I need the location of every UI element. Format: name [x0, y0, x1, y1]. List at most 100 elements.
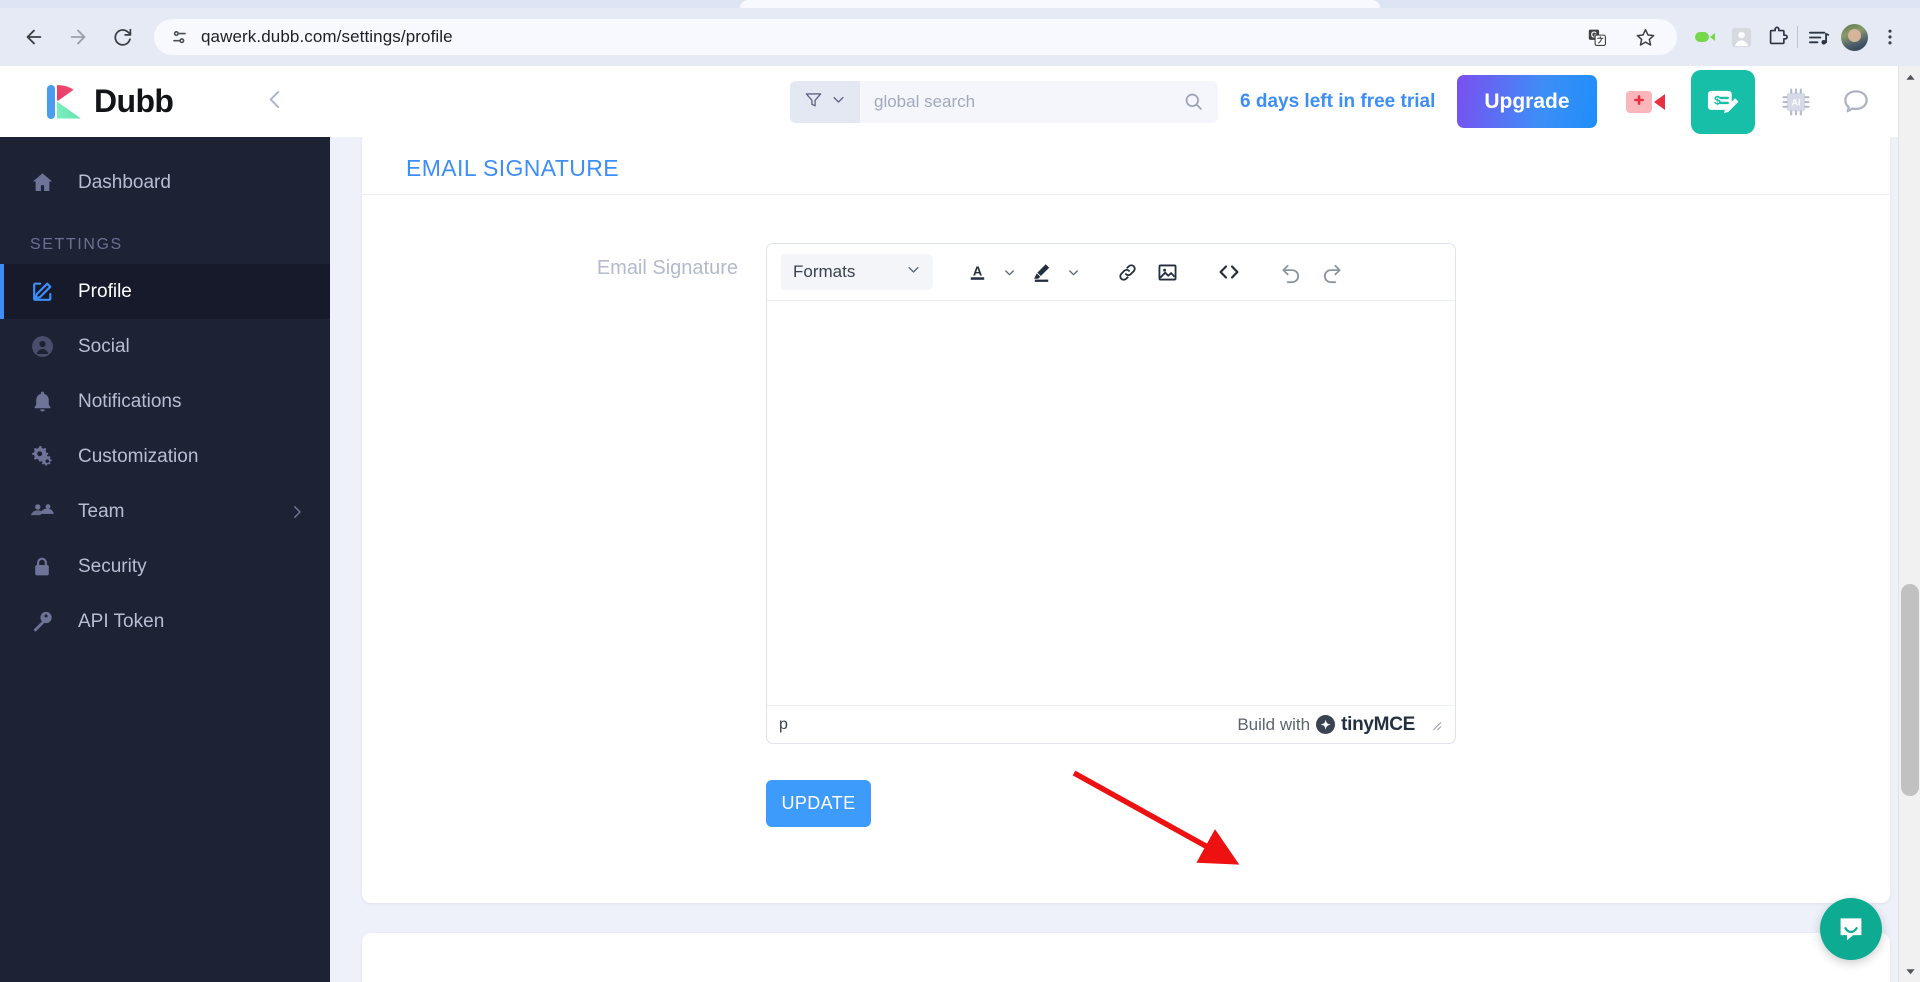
chevron-down-icon — [906, 262, 921, 282]
highlight-color-caret-icon[interactable] — [1063, 254, 1083, 290]
page-title: EMAIL SIGNATURE — [406, 155, 620, 181]
tinymce-editor[interactable]: Formats A p Build with ✦ tinyMCE — [766, 243, 1456, 744]
source-code-icon[interactable] — [1211, 254, 1247, 290]
browser-toolbar: qawerk.dubb.com/settings/profile G — [0, 8, 1920, 66]
ai-chip-icon[interactable]: AI — [1777, 83, 1815, 121]
tinymce-branding[interactable]: Build with ✦ tinyMCE — [1237, 714, 1443, 736]
main-pane: 6 days left in free trial Upgrade $ AI — [330, 66, 1920, 982]
chevron-right-icon[interactable] — [288, 503, 306, 521]
url-text: qawerk.dubb.com/settings/profile — [201, 27, 453, 46]
sidebar-nav: Dashboard SETTINGS Profile Social Notifi… — [0, 137, 330, 982]
scroll-up-arrow-icon[interactable] — [1899, 66, 1920, 88]
chevron-down-icon — [831, 92, 846, 112]
search-input[interactable] — [860, 91, 1183, 112]
sidebar-item-label: Notifications — [78, 390, 182, 412]
video-extension-icon[interactable] — [1689, 21, 1721, 53]
scroll-thumb[interactable] — [1901, 584, 1919, 796]
app-root: Dubb Dashboard SETTINGS Profile Social N… — [0, 66, 1920, 982]
intercom-chat-launcher[interactable] — [1820, 898, 1882, 960]
svg-text:$: $ — [1714, 93, 1721, 107]
magnifier-icon[interactable] — [1183, 91, 1218, 112]
image-extension-icon[interactable] — [1725, 21, 1757, 53]
brand-name: Dubb — [94, 83, 174, 119]
back-arrow-icon[interactable] — [14, 17, 54, 57]
sidebar-item-label: Profile — [78, 280, 132, 302]
bell-icon — [30, 389, 64, 414]
record-video-icon[interactable] — [1625, 82, 1669, 122]
text-color-caret-icon[interactable] — [999, 254, 1019, 290]
reload-icon[interactable] — [102, 17, 142, 57]
sidebar-item-label: API Token — [78, 610, 165, 632]
card-header: EMAIL SIGNATURE — [362, 137, 1890, 195]
browser-profile-avatar-image — [1840, 23, 1868, 51]
browser-menu-icon[interactable] — [1874, 21, 1906, 53]
user-circle-icon — [30, 334, 64, 359]
site-settings-icon[interactable] — [170, 28, 189, 47]
sidebar-item-label: Customization — [78, 445, 199, 467]
email-signature-card: EMAIL SIGNATURE Email Signature Formats — [362, 137, 1890, 903]
highlight-color-icon[interactable] — [1023, 254, 1059, 290]
formats-dropdown[interactable]: Formats — [781, 254, 933, 290]
tinymce-name: tinyMCE — [1341, 713, 1415, 735]
text-color-icon[interactable]: A — [959, 254, 995, 290]
upgrade-button[interactable]: Upgrade — [1457, 75, 1597, 128]
formats-label: Formats — [793, 262, 856, 281]
sidebar-item-notifications[interactable]: Notifications — [0, 374, 330, 429]
resize-grip-icon[interactable] — [1429, 718, 1443, 732]
sidebar-item-label: Security — [78, 555, 147, 577]
trial-notice: 6 days left in free trial — [1240, 90, 1436, 112]
translate-icon[interactable]: G — [1581, 21, 1613, 53]
card-header: LINK DUBB ACCOUNTS — [362, 933, 1890, 982]
topbar-actions: $ AI — [1625, 69, 1920, 134]
sidebar-item-api-token[interactable]: API Token — [0, 594, 330, 649]
forward-arrow-icon[interactable] — [58, 17, 98, 57]
editor-toolbar: Formats A — [767, 244, 1455, 301]
update-button[interactable]: UPDATE — [766, 780, 871, 827]
chat-bubble-icon[interactable] — [1837, 83, 1875, 121]
chevron-left-icon[interactable] — [262, 86, 288, 117]
insert-image-icon[interactable] — [1149, 254, 1185, 290]
element-path[interactable]: p — [779, 716, 788, 734]
browser-profile-avatar[interactable] — [1838, 21, 1870, 53]
page-scrollbar[interactable] — [1898, 66, 1920, 982]
address-bar[interactable]: qawerk.dubb.com/settings/profile G — [154, 19, 1677, 55]
sidebar-item-team[interactable]: Team — [0, 484, 330, 539]
media-playlist-icon[interactable] — [1802, 21, 1834, 53]
editor-status-bar: p Build with ✦ tinyMCE — [767, 705, 1455, 743]
brand-row: Dubb — [0, 66, 330, 137]
scroll-content: EMAIL SIGNATURE Email Signature Formats — [330, 137, 1920, 982]
email-signature-label: Email Signature — [596, 257, 738, 279]
undo-icon[interactable] — [1273, 254, 1309, 290]
branding-prefix: Build with — [1237, 714, 1311, 734]
sidebar-item-security[interactable]: Security — [0, 539, 330, 594]
sidebar-item-customization[interactable]: Customization — [0, 429, 330, 484]
extensions-puzzle-icon[interactable] — [1761, 21, 1793, 53]
toolbar-divider — [1797, 26, 1798, 48]
app-topbar: 6 days left in free trial Upgrade $ AI — [330, 66, 1920, 137]
scroll-down-arrow-icon[interactable] — [1899, 960, 1920, 982]
funnel-filter-icon — [804, 90, 823, 114]
update-row: UPDATE — [362, 744, 1890, 827]
sidebar: Dubb Dashboard SETTINGS Profile Social N… — [0, 66, 330, 982]
bookmark-star-icon[interactable] — [1629, 21, 1661, 53]
sidebar-item-dashboard[interactable]: Dashboard — [0, 155, 330, 210]
search-filter-dropdown[interactable] — [790, 80, 860, 123]
key-icon — [30, 609, 64, 634]
insert-link-icon[interactable] — [1109, 254, 1145, 290]
redo-icon[interactable] — [1313, 254, 1349, 290]
lock-icon — [30, 555, 64, 579]
sidebar-section-settings: SETTINGS — [30, 236, 123, 253]
people-icon — [30, 499, 64, 525]
svg-text:AI: AI — [1791, 97, 1800, 107]
global-search-bar[interactable] — [790, 80, 1218, 123]
editor-content-area[interactable] — [767, 301, 1455, 705]
sidebar-item-social[interactable]: Social — [0, 319, 330, 374]
sidebar-item-label: Team — [78, 500, 125, 522]
browser-tab-strip — [0, 0, 1920, 8]
browser-tab[interactable] — [740, 0, 1380, 8]
sidebar-item-profile[interactable]: Profile — [0, 264, 330, 319]
sidebar-item-label: Social — [78, 335, 130, 357]
sidebar-item-label: Dashboard — [78, 171, 171, 193]
dubb-logo-icon — [44, 81, 86, 123]
invoice-sign-icon[interactable]: $ — [1690, 69, 1755, 134]
